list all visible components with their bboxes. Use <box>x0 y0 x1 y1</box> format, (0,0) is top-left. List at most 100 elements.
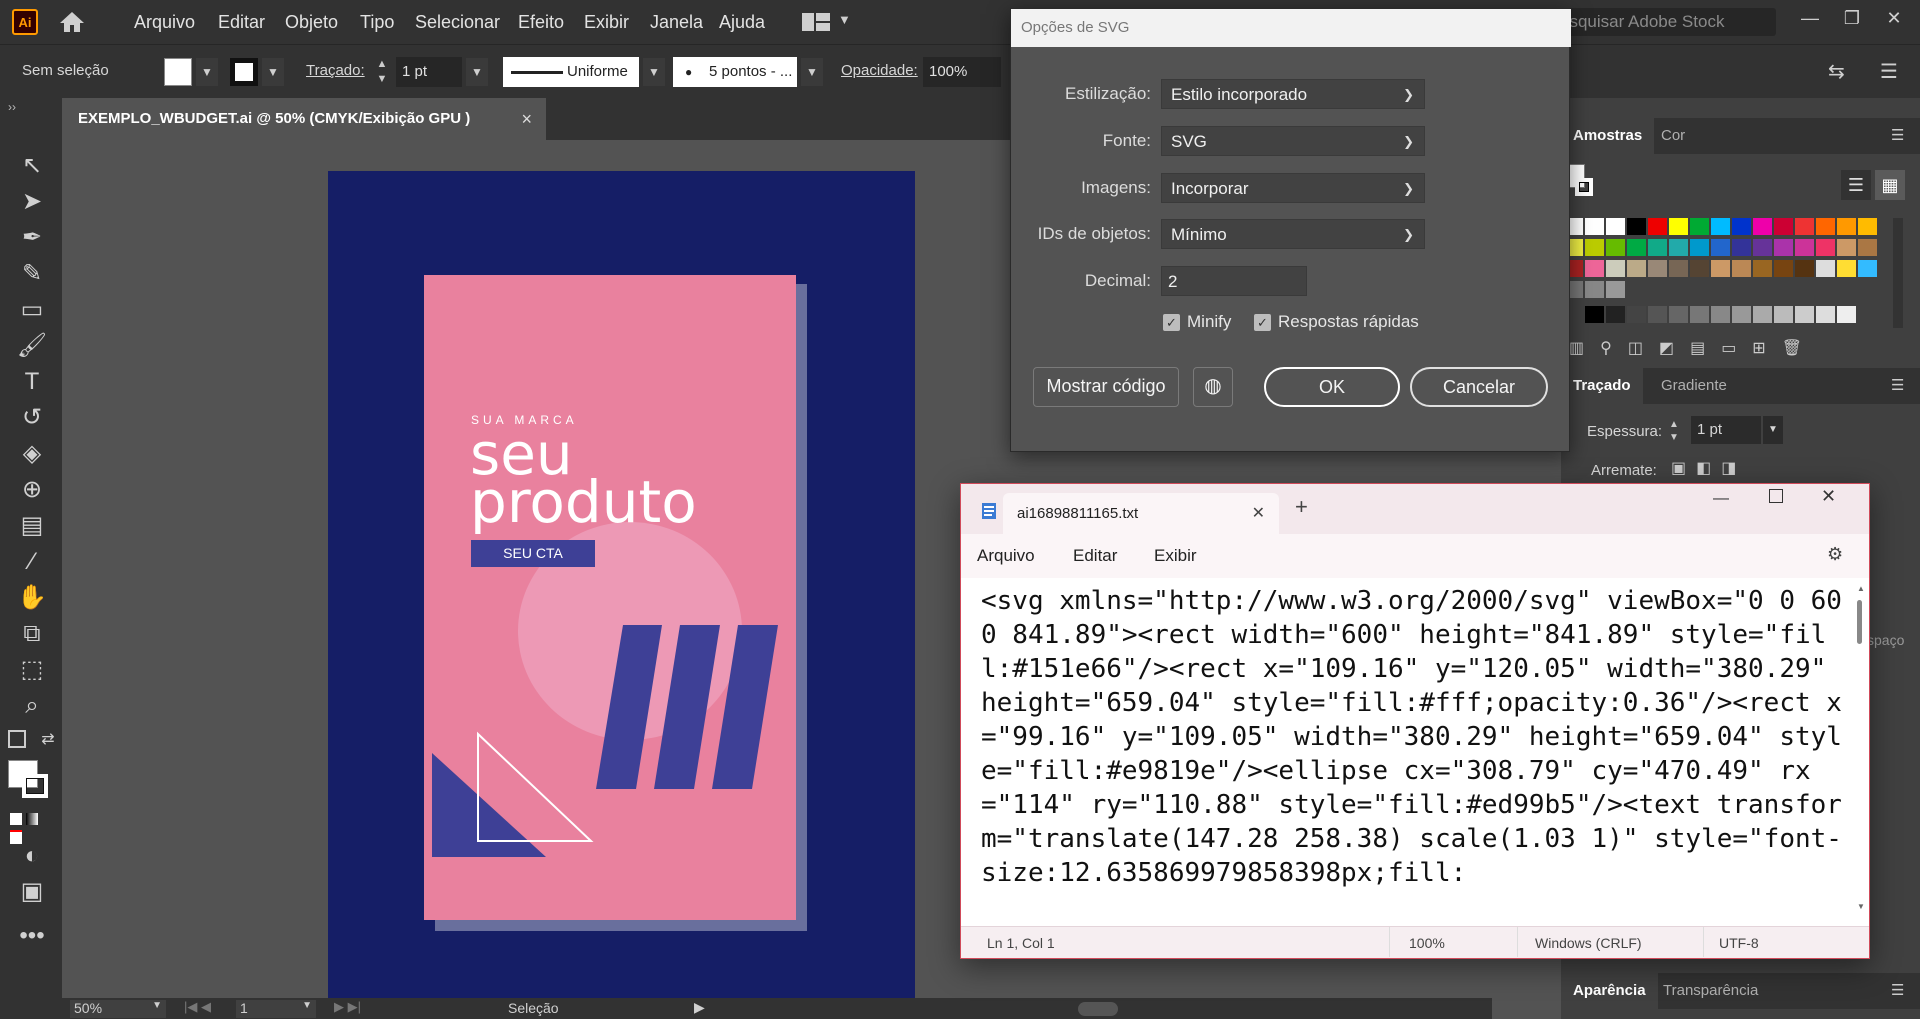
menu-arquivo[interactable]: Arquivo <box>134 0 195 44</box>
swatch[interactable] <box>1858 218 1877 235</box>
restore-icon[interactable]: ❐ <box>1836 4 1868 32</box>
swatch[interactable] <box>1795 260 1814 277</box>
eraser-tool-icon[interactable]: ◈ <box>16 438 48 470</box>
direct-selection-tool-icon[interactable]: ➤ <box>16 186 48 218</box>
menu-exibir[interactable]: Exibir <box>584 0 629 44</box>
home-icon[interactable] <box>58 10 86 34</box>
tab-amostras[interactable]: Amostras <box>1561 118 1655 154</box>
swatch[interactable] <box>1711 239 1730 256</box>
swatch[interactable] <box>1690 239 1709 256</box>
align-icon[interactable]: ⇆ <box>1828 59 1845 84</box>
close-tab-icon[interactable]: ✕ <box>1252 493 1265 534</box>
images-select[interactable]: Incorporar ❯ <box>1161 173 1425 203</box>
document-tab[interactable]: EXEMPLO_WBUDGET.ai @ 50% (CMYK/Exibição … <box>62 98 546 140</box>
minify-checkbox[interactable]: ✓ <box>1163 314 1180 331</box>
brush-dropdown-icon[interactable]: ▼ <box>801 58 823 86</box>
swatch[interactable] <box>1711 260 1730 277</box>
swatch[interactable] <box>1774 260 1793 277</box>
swatch[interactable] <box>1585 239 1604 256</box>
artboard[interactable]: SUA MARCA seu produto SEU CTA <box>328 171 915 1000</box>
swatch[interactable] <box>1858 260 1877 277</box>
adobe-stock-search[interactable]: esquisar Adobe Stock <box>1552 8 1776 36</box>
artboard-nav-last-icon[interactable]: ▶ ▶| <box>334 999 361 1015</box>
fill-dropdown-icon[interactable]: ▼ <box>196 58 218 86</box>
chevron-down-icon[interactable]: ▼ <box>838 12 851 27</box>
swatch[interactable] <box>1732 306 1751 323</box>
chevron-down-icon[interactable]: ▼ <box>302 1000 312 1011</box>
swatch[interactable] <box>1774 306 1793 323</box>
vertical-scrollbar[interactable]: ▲ ▼ <box>1855 584 1865 914</box>
swatch[interactable] <box>1606 239 1625 256</box>
rotate-tool-icon[interactable]: ↺ <box>16 402 48 434</box>
swatch[interactable] <box>1837 306 1856 323</box>
swatch-stroke-indicator[interactable] <box>1575 178 1593 196</box>
panel-menu-icon[interactable]: ☰ <box>1891 368 1904 404</box>
chevron-down-icon[interactable]: ▼ <box>152 1000 162 1011</box>
draw-mode-icon[interactable]: ◐ <box>16 840 48 872</box>
show-code-button[interactable]: Mostrar código <box>1033 367 1179 407</box>
shape-builder-tool-icon[interactable]: ⊕ <box>16 474 48 506</box>
stroke-stepper-icon[interactable]: ▲ ▼ <box>372 57 392 87</box>
swatch[interactable] <box>1627 218 1646 235</box>
swatch[interactable] <box>1669 239 1688 256</box>
swatch[interactable] <box>1585 306 1604 323</box>
swatch[interactable] <box>1627 260 1646 277</box>
swatch[interactable] <box>1585 218 1604 235</box>
swatch[interactable] <box>1858 239 1877 256</box>
menu-ajuda[interactable]: Ajuda <box>719 0 765 44</box>
styling-select[interactable]: Estilo incorporado ❯ <box>1161 79 1425 109</box>
minimize-icon[interactable]: — <box>1713 490 1729 508</box>
swatch[interactable] <box>1732 239 1751 256</box>
color-mode-icons[interactable] <box>10 812 54 844</box>
selection-tool-icon[interactable]: ↖ <box>16 150 48 182</box>
swatch[interactable] <box>1585 260 1604 277</box>
tab-transparencia[interactable]: Transparência <box>1651 973 1770 1009</box>
notepad-file-tab[interactable]: ai16898811165.txt ✕ <box>1003 493 1279 534</box>
stroke-dropdown-icon[interactable]: ▼ <box>262 58 284 86</box>
horizontal-scrollbar[interactable] <box>1078 1002 1118 1016</box>
swatch[interactable] <box>1648 260 1667 277</box>
tab-gradiente[interactable]: Gradiente <box>1649 368 1739 404</box>
notepad-menu-exibir[interactable]: Exibir <box>1154 546 1197 566</box>
artboard-number-field[interactable]: 1 ▼ <box>236 1000 316 1018</box>
decimal-input[interactable]: 2 <box>1161 266 1307 296</box>
zoom-field[interactable]: 50% ▼ <box>70 1000 166 1018</box>
swatch[interactable] <box>1753 218 1772 235</box>
workspace-switcher-icon[interactable] <box>802 13 830 31</box>
symbol-sprayer-tool-icon[interactable]: ⧉ <box>16 618 48 650</box>
minimize-icon[interactable]: — <box>1794 4 1826 32</box>
swatch[interactable] <box>1669 218 1688 235</box>
stroke-weight-input[interactable]: 1 pt <box>1691 416 1761 444</box>
tab-tracado[interactable]: Traçado <box>1561 368 1643 404</box>
swatch[interactable] <box>1753 239 1772 256</box>
grid-view-icon[interactable]: ▦ <box>1875 170 1905 200</box>
swatch[interactable] <box>1795 306 1814 323</box>
swatch[interactable] <box>1606 306 1625 323</box>
swatch[interactable] <box>1837 260 1856 277</box>
tab-cor[interactable]: Cor <box>1649 118 1697 154</box>
menu-objeto[interactable]: Objeto <box>285 0 338 44</box>
paintbrush-tool-icon[interactable]: 🖌 <box>16 330 48 362</box>
panel-menu-icon[interactable]: ☰ <box>1891 118 1904 154</box>
list-view-icon[interactable]: ☰ <box>1841 170 1871 200</box>
swatch[interactable] <box>1732 260 1751 277</box>
stroke-weight-field[interactable]: 1 pt <box>396 57 462 87</box>
swatch[interactable] <box>1774 239 1793 256</box>
eyedropper-tool-icon[interactable]: ⁄ <box>16 546 48 578</box>
stroke-profile-select[interactable]: Uniforme <box>503 57 639 87</box>
artboard-nav-first-icon[interactable]: |◀ ◀ <box>184 999 211 1015</box>
opacity-field[interactable]: 100% <box>923 57 1001 87</box>
swatch[interactable] <box>1711 306 1730 323</box>
maximize-icon[interactable] <box>1769 489 1783 503</box>
close-icon[interactable]: ✕ <box>1878 4 1910 32</box>
swatch[interactable] <box>1690 260 1709 277</box>
artboard-tool-icon[interactable]: ⬚ <box>16 654 48 686</box>
swatch[interactable] <box>1816 306 1835 323</box>
swatch[interactable] <box>1669 306 1688 323</box>
status-menu-icon[interactable]: ▶ <box>694 999 705 1016</box>
swatch[interactable] <box>1627 239 1646 256</box>
new-tab-icon[interactable]: + <box>1295 494 1308 520</box>
swatch[interactable] <box>1606 281 1625 298</box>
swatch[interactable] <box>1795 239 1814 256</box>
stroke-weight-dropdown-icon[interactable]: ▼ <box>466 58 488 86</box>
